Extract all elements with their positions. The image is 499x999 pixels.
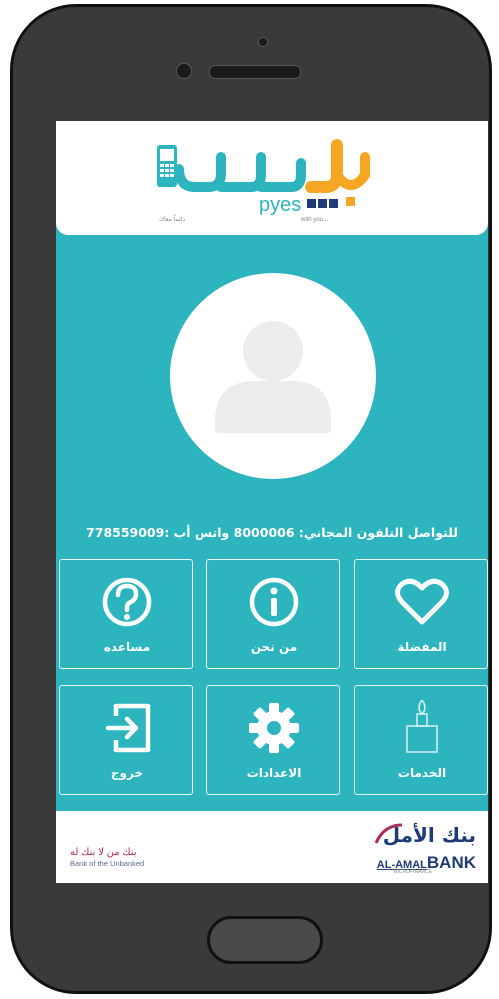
favorites-label: المفضلة bbox=[397, 640, 447, 654]
exit-icon bbox=[105, 703, 151, 753]
help-icon bbox=[102, 577, 152, 627]
app-header: pyes with you... دائماً معاك bbox=[56, 121, 488, 235]
info-icon bbox=[249, 577, 299, 627]
about-us-label: من نحن bbox=[250, 640, 298, 654]
services-label: الخدمات bbox=[397, 766, 447, 780]
heart-icon bbox=[395, 578, 449, 625]
phone-icon bbox=[157, 145, 177, 187]
bank-subtitle: MICROFINANCE bbox=[393, 869, 432, 875]
gear-icon bbox=[249, 703, 299, 753]
help-label: مساعده bbox=[103, 640, 151, 654]
contact-hotline: للتواصل التلفون المجاني: 8000006 واتس أب… bbox=[86, 525, 458, 540]
logo-text-en: pyes bbox=[259, 194, 301, 216]
bank-name-en-2: BANK bbox=[426, 853, 476, 872]
home-button[interactable] bbox=[207, 916, 323, 964]
services-tile[interactable]: الخدمات bbox=[354, 685, 488, 795]
earpiece-speaker bbox=[209, 65, 301, 79]
phone-frame: pyes with you... دائماً معاك للتواصل الت… bbox=[10, 4, 492, 994]
bank-name-ar: بنك الأمل bbox=[382, 823, 476, 847]
exit-tile[interactable]: خروج bbox=[59, 685, 193, 795]
favorites-tile[interactable]: المفضلة bbox=[354, 559, 488, 669]
help-tile[interactable]: مساعده bbox=[59, 559, 193, 669]
sensor bbox=[176, 63, 192, 79]
profile-avatar[interactable] bbox=[170, 273, 376, 479]
logo-tagline-ar: دائماً معاك bbox=[159, 215, 185, 223]
slogan-ar: بنك من لا بنك له bbox=[70, 847, 137, 858]
user-icon bbox=[215, 321, 331, 433]
logo-tagline-en: with you... bbox=[300, 217, 328, 223]
exit-label: خروج bbox=[110, 766, 144, 780]
bank-slogan: بنك من لا بنك له Bank of the Unbanked bbox=[70, 847, 144, 869]
front-camera bbox=[258, 37, 268, 47]
al-amal-bank-logo: بنك الأمل AL-AMALBANK MICROFINANCE bbox=[356, 823, 476, 875]
settings-label: الاعدادات bbox=[246, 766, 302, 780]
candle-icon bbox=[406, 700, 438, 753]
app-screen: pyes with you... دائماً معاك للتواصل الت… bbox=[56, 121, 488, 883]
settings-tile[interactable]: الاعدادات bbox=[206, 685, 340, 795]
about-us-tile[interactable]: من نحن bbox=[206, 559, 340, 669]
app-footer: بنك من لا بنك له Bank of the Unbanked بن… bbox=[56, 811, 488, 883]
slogan-en: Bank of the Unbanked bbox=[70, 859, 145, 868]
pyes-logo: pyes with you... دائماً معاك bbox=[157, 139, 370, 223]
